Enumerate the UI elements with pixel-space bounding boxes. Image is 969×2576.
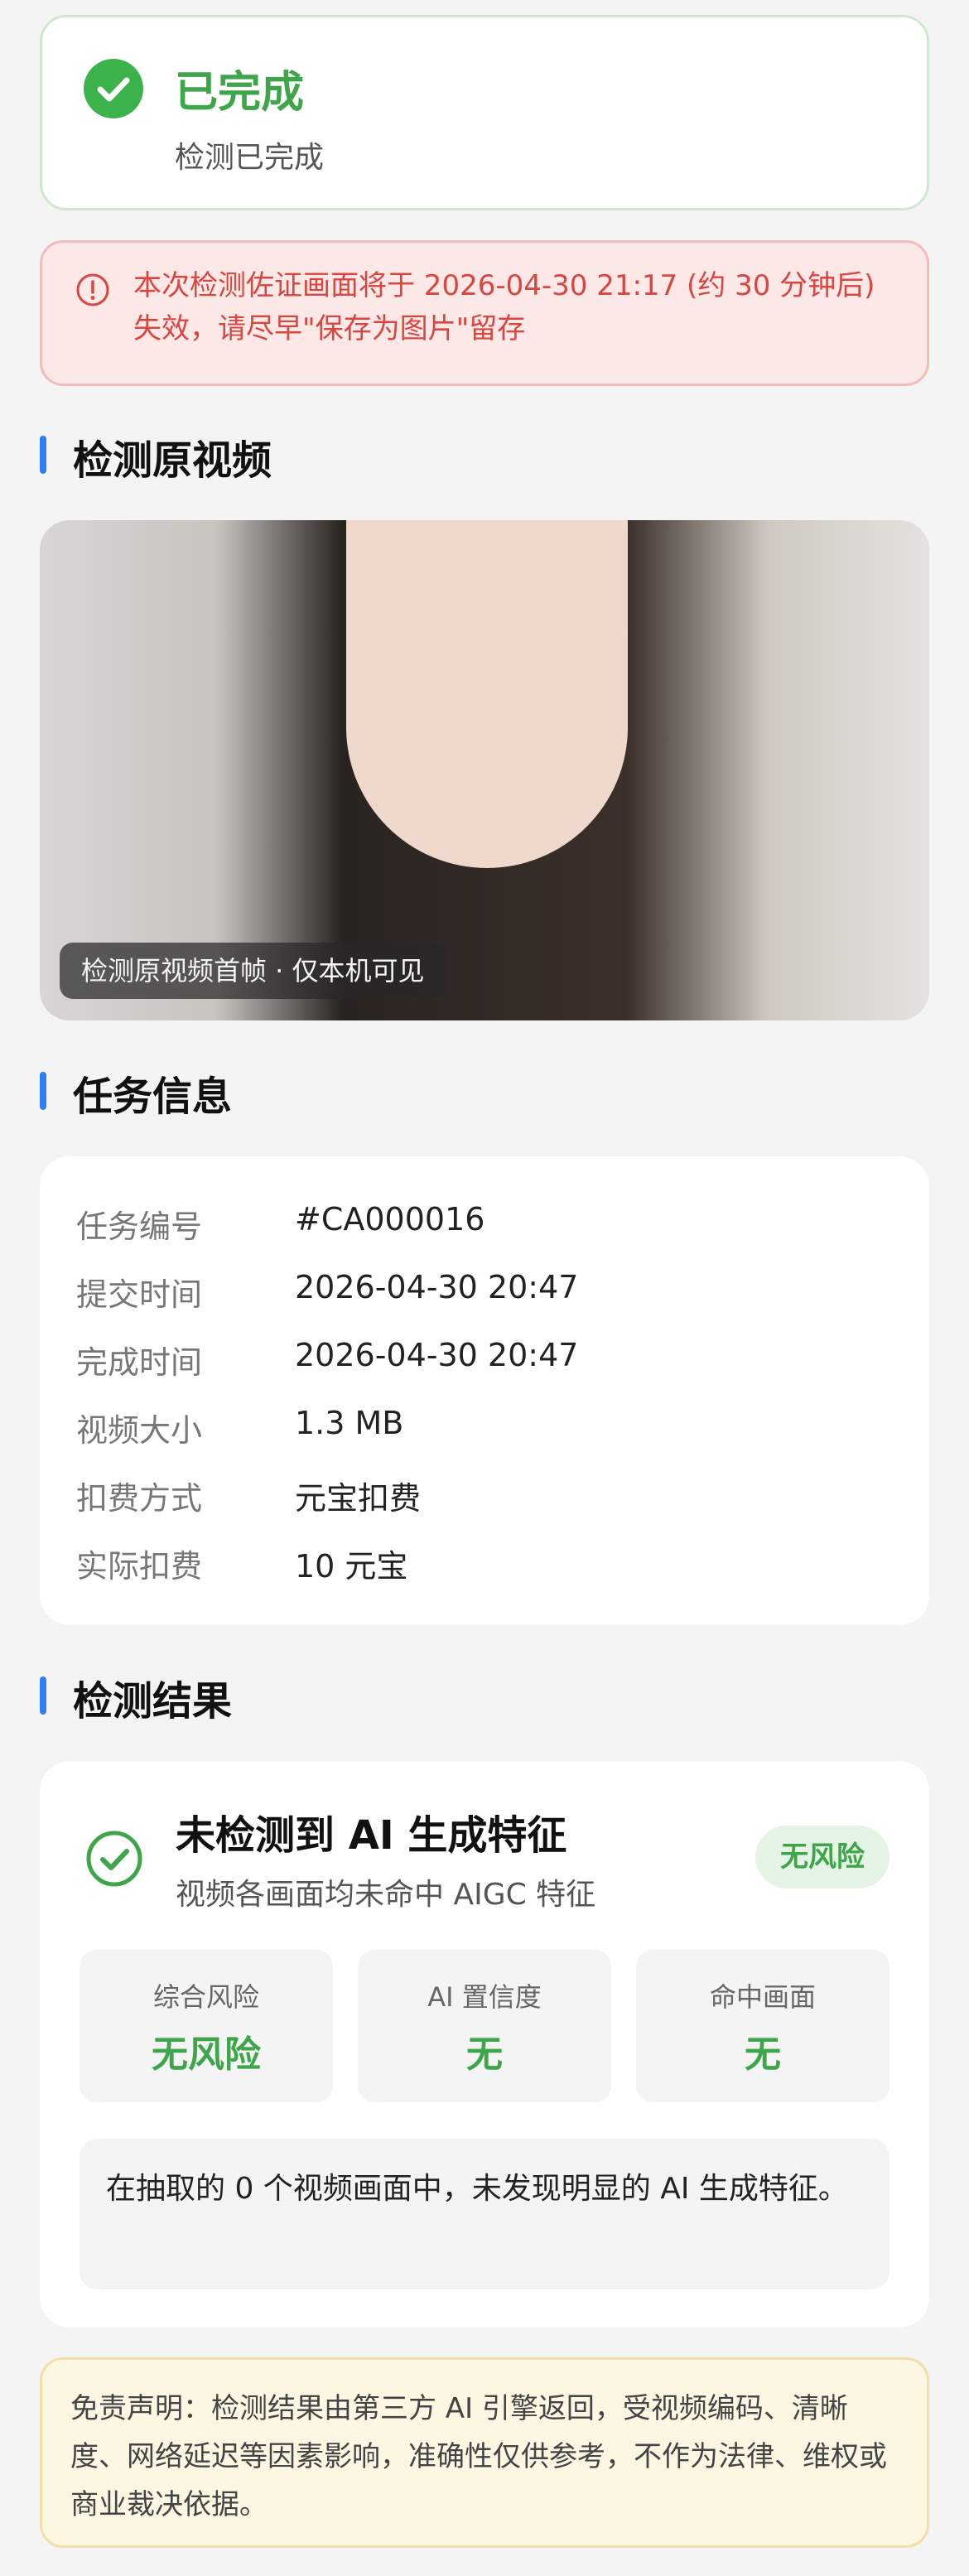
stat-label: 综合风险 xyxy=(152,1981,259,2013)
disclaimer-box: 免责声明：检测结果由第三方 AI 引擎返回，受视频编码、清晰度、网络延迟等因素影… xyxy=(40,2357,929,2548)
stat-hit-frames: 命中画面 无 xyxy=(636,1950,889,2102)
info-icon xyxy=(75,273,110,307)
info-value: 1.3 MB xyxy=(295,1405,404,1441)
video-caption: 检测原视频首帧 · 仅本机可见 xyxy=(60,943,446,999)
section-accent-bar xyxy=(40,1072,46,1110)
section-header-video: 检测原视频 xyxy=(40,427,929,484)
info-value: 元宝扣费 xyxy=(295,1480,422,1517)
info-row: 实际扣费 10 元宝 xyxy=(76,1541,893,1590)
stat-overall-risk: 综合风险 无风险 xyxy=(80,1950,333,2102)
result-title: 未检测到 AI 生成特征 xyxy=(176,1812,567,1859)
risk-badge: 无风险 xyxy=(755,1826,889,1889)
section-title: 检测原视频 xyxy=(73,437,272,484)
task-info-card: 任务编号 #CA000016 提交时间 2026-04-30 20:47 完成时… xyxy=(40,1156,929,1625)
info-value: 2026-04-30 20:47 xyxy=(295,1269,579,1305)
section-header-result: 检测结果 xyxy=(40,1668,929,1725)
result-subtitle: 视频各画面均未命中 AIGC 特征 xyxy=(176,1878,596,1912)
info-value: 2026-04-30 20:47 xyxy=(295,1337,579,1373)
section-header-task: 任务信息 xyxy=(40,1064,929,1120)
video-frame-image xyxy=(346,520,628,868)
info-label: 提交时间 xyxy=(76,1276,203,1313)
status-card: 已完成 检测已完成 xyxy=(40,15,929,210)
expiry-warning: 本次检测佐证画面将于 2026-04-30 21:17 (约 30 分钟后) 失… xyxy=(40,240,929,386)
info-row: 完成时间 2026-04-30 20:47 xyxy=(76,1337,893,1387)
stat-ai-confidence: AI 置信度 无 xyxy=(358,1950,611,2102)
check-circle-outline-icon xyxy=(84,1829,144,1889)
section-title: 检测结果 xyxy=(73,1678,233,1725)
check-circle-icon xyxy=(84,59,143,118)
section-accent-bar xyxy=(40,1676,46,1715)
info-label: 实际扣费 xyxy=(76,1548,203,1585)
info-value: 10 元宝 xyxy=(295,1548,408,1585)
info-row: 任务编号 #CA000016 xyxy=(76,1201,893,1251)
info-row: 扣费方式 元宝扣费 xyxy=(76,1473,893,1522)
stat-label: 命中画面 xyxy=(709,1981,816,2013)
video-first-frame[interactable]: 检测原视频首帧 · 仅本机可见 xyxy=(40,520,929,1020)
warning-text: 本次检测佐证画面将于 2026-04-30 21:17 (约 30 分钟后) 失… xyxy=(133,269,875,345)
section-title: 任务信息 xyxy=(73,1073,233,1120)
stat-label: AI 置信度 xyxy=(427,1981,542,2013)
info-row: 提交时间 2026-04-30 20:47 xyxy=(76,1269,893,1319)
info-label: 任务编号 xyxy=(76,1208,203,1245)
stat-value: 无 xyxy=(466,2033,503,2076)
info-label: 视频大小 xyxy=(76,1412,203,1449)
info-label: 扣费方式 xyxy=(76,1480,203,1517)
stat-value: 无风险 xyxy=(152,2033,261,2076)
result-summary: 在抽取的 0 个视频画面中，未发现明显的 AI 生成特征。 xyxy=(80,2139,889,2289)
info-label: 完成时间 xyxy=(76,1344,203,1381)
disclaimer-text: 免责声明：检测结果由第三方 AI 引擎返回，受视频编码、清晰度、网络延迟等因素影… xyxy=(70,2392,887,2521)
info-value: #CA000016 xyxy=(295,1201,485,1237)
stat-value: 无 xyxy=(745,2033,781,2076)
result-card: 未检测到 AI 生成特征 视频各画面均未命中 AIGC 特征 无风险 综合风险 … xyxy=(40,1761,929,2328)
info-row: 视频大小 1.3 MB xyxy=(76,1405,893,1454)
status-subtitle: 检测已完成 xyxy=(175,141,325,175)
status-title: 已完成 xyxy=(175,68,305,118)
section-accent-bar xyxy=(40,436,46,474)
